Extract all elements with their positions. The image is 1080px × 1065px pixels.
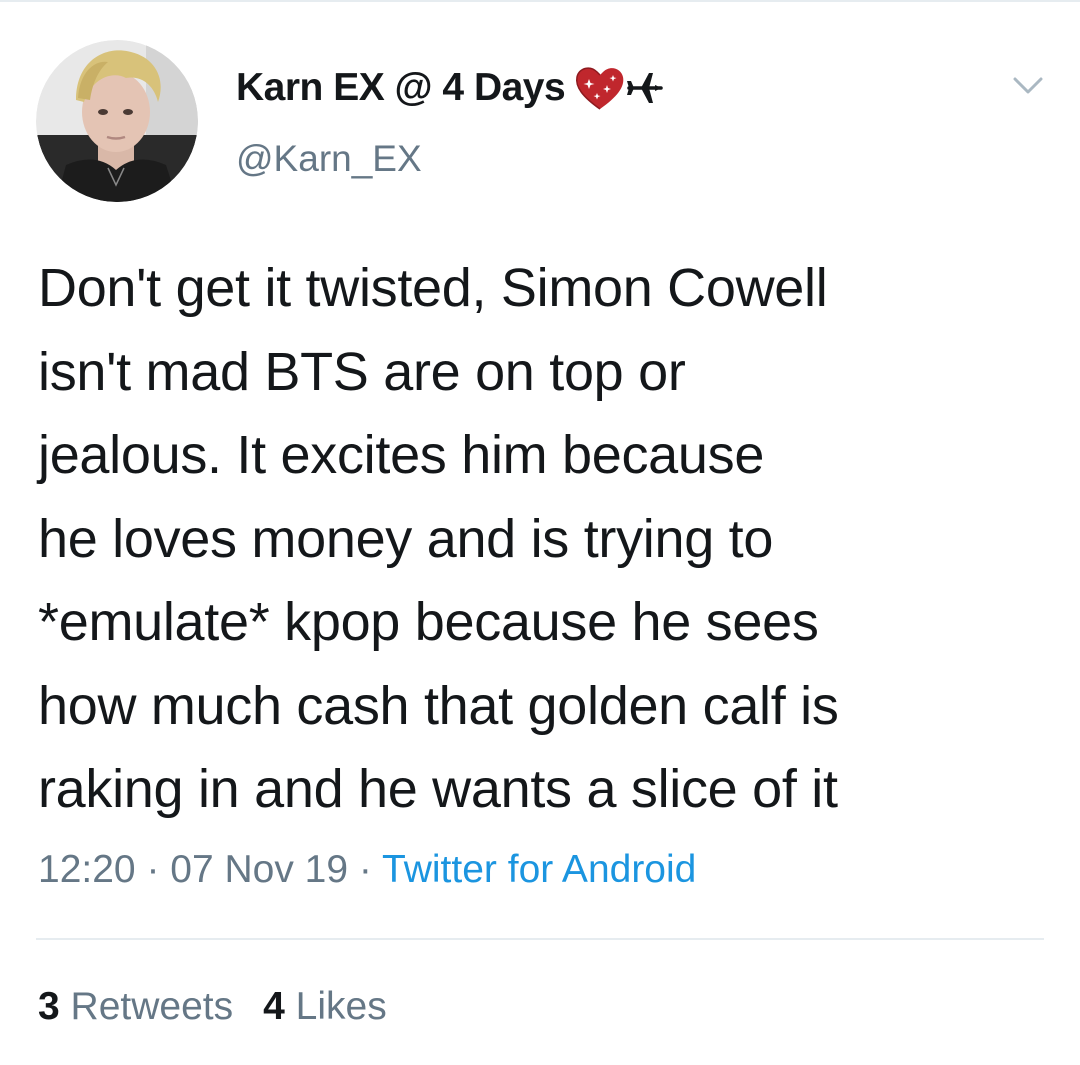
avatar[interactable] bbox=[36, 40, 198, 202]
tweet-stats: 3 Retweets 4 Likes bbox=[38, 985, 417, 1029]
author-handle[interactable]: @Karn_EX bbox=[236, 138, 422, 180]
likes-stat[interactable]: 4 Likes bbox=[263, 985, 387, 1029]
meta-separator: · bbox=[135, 848, 171, 891]
tweet-source-link[interactable]: Twitter for Android bbox=[382, 848, 696, 891]
retweets-label: Retweets bbox=[70, 985, 234, 1028]
tweet-time: 12:20 bbox=[38, 848, 136, 891]
airplane-icon bbox=[625, 68, 665, 108]
retweets-stat[interactable]: 3 Retweets bbox=[38, 985, 233, 1029]
stats-divider bbox=[36, 938, 1044, 940]
top-divider bbox=[0, 0, 1080, 2]
tweet-date: 07 Nov 19 bbox=[170, 848, 349, 891]
sparkling-heart-icon bbox=[573, 63, 627, 113]
meta-separator: · bbox=[348, 848, 383, 891]
likes-count: 4 bbox=[263, 985, 285, 1028]
retweets-count: 3 bbox=[38, 985, 60, 1028]
likes-label: Likes bbox=[295, 985, 387, 1028]
author-display-name[interactable]: Karn EX @ 4 Days bbox=[236, 66, 566, 110]
tweet-text: Don't get it twisted, Simon Cowell isn't… bbox=[38, 258, 839, 819]
tweet-meta: 12:20 · 07 Nov 19 · Twitter for Android bbox=[38, 848, 696, 892]
profile-photo-icon bbox=[36, 40, 198, 202]
author-name-row[interactable]: Karn EX @ 4 Days bbox=[236, 62, 665, 114]
chevron-down-icon[interactable] bbox=[1010, 70, 1046, 100]
